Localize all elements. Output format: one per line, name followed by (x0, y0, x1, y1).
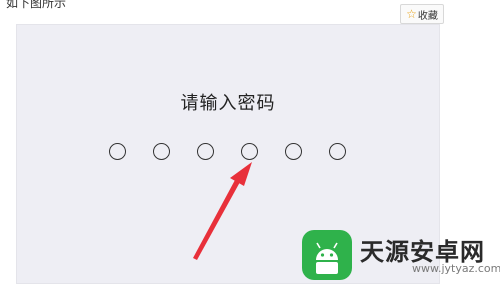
watermark-logo: 天源安卓网 www.jytyaz.com (300, 228, 500, 280)
android-robot-icon (302, 230, 352, 280)
watermark-url: www.jytyaz.com (412, 262, 500, 275)
